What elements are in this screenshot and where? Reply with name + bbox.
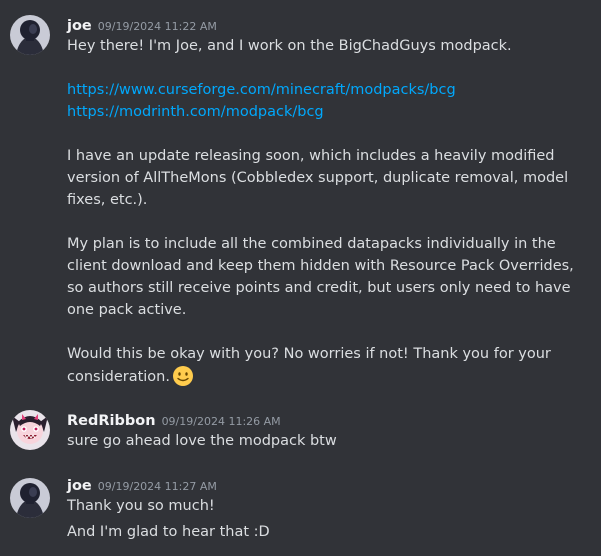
message-text: one pack active. bbox=[67, 302, 187, 318]
message-text: Would this be okay with you? No worries … bbox=[67, 346, 551, 362]
link-line: https://www.curseforge.com/minecraft/mod… bbox=[67, 79, 574, 101]
username[interactable]: joe bbox=[67, 478, 92, 494]
avatar[interactable] bbox=[10, 478, 50, 518]
link-line: https://modrinth.com/modpack/bcg bbox=[67, 101, 574, 123]
avatar-joe-icon bbox=[10, 478, 50, 518]
message-text: so authors still receive points and cred… bbox=[67, 280, 571, 296]
avatar[interactable] bbox=[10, 410, 50, 450]
message-content: Thank you so much! And I'm glad to hear … bbox=[67, 495, 270, 543]
message-text-with-emoji: consideration. bbox=[67, 365, 574, 387]
message-header: joe 09/19/2024 11:22 AM bbox=[67, 15, 217, 35]
username[interactable]: joe bbox=[67, 18, 92, 34]
modrinth-link[interactable]: https://modrinth.com/modpack/bcg bbox=[67, 104, 324, 120]
slightly-smiling-face-icon[interactable] bbox=[172, 365, 194, 387]
message-header: joe 09/19/2024 11:27 AM bbox=[67, 475, 217, 495]
avatar-redribbon-icon bbox=[10, 410, 50, 450]
timestamp: 09/19/2024 11:22 AM bbox=[97, 20, 217, 33]
timestamp: 09/19/2024 11:26 AM bbox=[161, 415, 281, 428]
message-header: RedRibbon 09/19/2024 11:26 AM bbox=[67, 410, 281, 430]
message-text: fixes, etc.). bbox=[67, 192, 148, 208]
message-text: client download and keep them hidden wit… bbox=[67, 258, 574, 274]
timestamp: 09/19/2024 11:27 AM bbox=[97, 480, 217, 493]
message-text: Thank you so much! bbox=[67, 498, 215, 514]
message-text: I have an update releasing soon, which i… bbox=[67, 148, 555, 164]
curseforge-link[interactable]: https://www.curseforge.com/minecraft/mod… bbox=[67, 82, 456, 98]
avatar-joe-icon bbox=[10, 15, 50, 55]
message-text: My plan is to include all the combined d… bbox=[67, 236, 556, 252]
message-text: Hey there! I'm Joe, and I work on the Bi… bbox=[67, 38, 512, 54]
message-text: version of AllTheMons (Cobbledex support… bbox=[67, 170, 569, 186]
message-content: sure go ahead love the modpack btw bbox=[67, 430, 337, 452]
message-text: sure go ahead love the modpack btw bbox=[67, 433, 337, 449]
message-content: Hey there! I'm Joe, and I work on the Bi… bbox=[67, 35, 574, 387]
message-text: And I'm glad to hear that :D bbox=[67, 524, 270, 540]
message-text: consideration. bbox=[67, 369, 170, 385]
username[interactable]: RedRibbon bbox=[67, 413, 156, 429]
avatar[interactable] bbox=[10, 15, 50, 55]
